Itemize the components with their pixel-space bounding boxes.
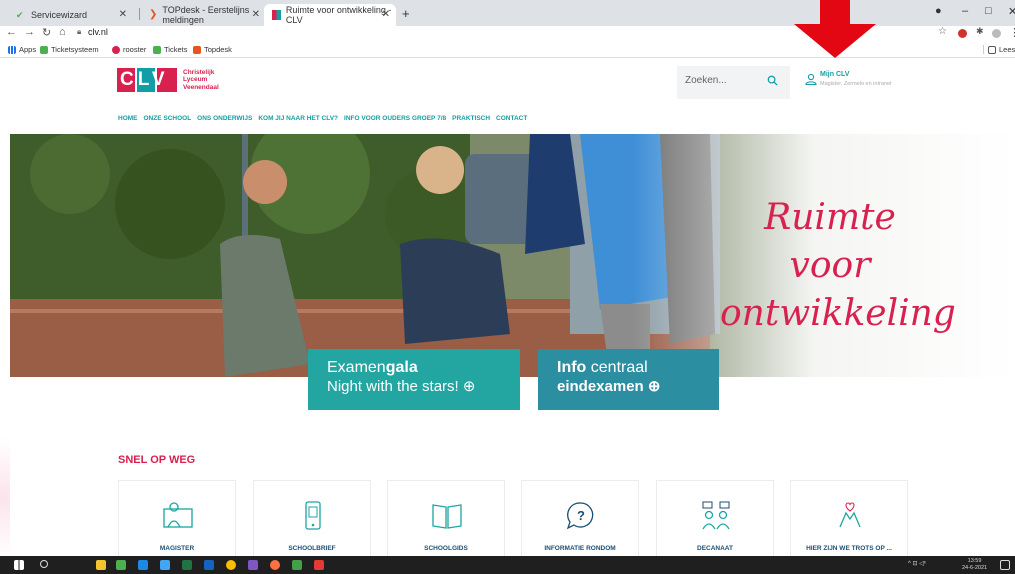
menu-item-info-ouders[interactable]: INFO VOOR OUDERS GROEP 7/8 xyxy=(344,115,446,122)
file-explorer-icon[interactable] xyxy=(96,560,106,570)
tab-servicewizard[interactable]: ✔ Servicewizard ✕ xyxy=(8,4,133,26)
close-tab-icon[interactable]: ✕ xyxy=(119,9,127,20)
tab-title: Ruimte voor ontwikkeling - CLV xyxy=(285,5,392,25)
back-icon[interactable]: ← xyxy=(6,26,17,38)
page-edge-decoration xyxy=(0,438,10,556)
clv-favicon-icon xyxy=(272,10,281,20)
maximize-button[interactable]: □ xyxy=(985,5,992,17)
tab-clv[interactable]: Ruimte voor ontwikkeling - CLV ✕ xyxy=(264,4,396,26)
bookmark-ticketsysteem[interactable]: Ticketsysteem xyxy=(40,45,99,54)
menu-item-praktisch[interactable]: PRAKTISCH xyxy=(452,115,490,122)
topdesk-icon: ❯ xyxy=(149,9,158,20)
hands-heart-icon xyxy=(839,502,861,528)
minimize-button[interactable]: – xyxy=(962,5,968,17)
magister-icon xyxy=(163,502,193,528)
quick-link-magister[interactable]: MAGISTER xyxy=(118,480,236,556)
check-icon xyxy=(153,45,161,54)
bookmark-star-icon[interactable]: ☆ xyxy=(938,26,947,37)
bookmark-topdesk[interactable]: Topdesk xyxy=(193,45,232,54)
conversation-icon xyxy=(702,501,730,530)
tab-title: Servicewizard xyxy=(31,10,88,20)
question-icon: ? xyxy=(566,502,594,530)
taskbar-app-icon[interactable] xyxy=(314,560,324,570)
tab-separator xyxy=(139,8,140,20)
menu-item-home[interactable]: HOME xyxy=(118,115,138,122)
hero-banner: Ruimte voor ontwikkeling xyxy=(10,134,1015,377)
windows-start-icon[interactable] xyxy=(14,560,24,570)
close-tab-icon[interactable]: ✕ xyxy=(252,9,260,20)
chrome-icon[interactable] xyxy=(226,560,236,570)
search-icon[interactable] xyxy=(767,75,778,86)
excel-icon[interactable] xyxy=(182,560,192,570)
check-icon xyxy=(40,45,48,54)
logo-mark-text: CLV xyxy=(120,69,169,90)
bookmark-tickets[interactable]: Tickets xyxy=(153,45,187,54)
clv-logo-mark: CLV xyxy=(117,68,179,92)
forward-icon[interactable]: → xyxy=(24,26,35,38)
tray-icons[interactable]: ^ ⊡ ◁ˣ xyxy=(908,560,926,567)
edge-icon[interactable] xyxy=(138,560,148,570)
close-window-button[interactable]: ✕ xyxy=(1008,5,1015,18)
menu-kebab-icon[interactable]: ⋮ xyxy=(1009,26,1015,39)
menu-item-kom-jij[interactable]: KOM JIJ NAAR HET CLV? xyxy=(258,115,338,122)
profile-avatar-icon[interactable] xyxy=(992,29,1001,38)
notification-center-icon[interactable] xyxy=(1000,560,1010,570)
quick-links-title: SNEL OP WEG xyxy=(118,454,196,466)
taskbar-clock[interactable]: 13:59 24-6-2021 xyxy=(962,558,987,572)
windows-taskbar: ^ ⊡ ◁ˣ 13:59 24-6-2021 xyxy=(0,556,1015,574)
book-icon xyxy=(432,504,462,529)
apps-grid-icon xyxy=(8,45,16,54)
phone-icon xyxy=(305,501,321,530)
mijn-clv-subtitle: Magister, Zermelo en intranet xyxy=(820,81,892,87)
taskbar-search-icon[interactable] xyxy=(40,560,48,568)
topdesk-icon xyxy=(193,45,201,54)
extension-icon[interactable] xyxy=(958,29,967,38)
hero-tagline: Ruimte voor ontwikkeling xyxy=(720,197,956,334)
profile-icon[interactable]: ● xyxy=(935,5,942,17)
lock-icon[interactable]: 🔒︎ xyxy=(77,27,81,37)
extensions-puzzle-icon[interactable]: ✱ xyxy=(976,26,984,37)
quick-link-trots[interactable]: HIER ZIJN WE TROTS OP ... xyxy=(790,480,908,556)
svg-text:?: ? xyxy=(577,508,585,523)
quick-link-informatie-rondom[interactable]: ? INFORMATIE RONDOM xyxy=(521,480,639,556)
annotation-arrow-icon xyxy=(794,0,876,58)
main-menu: HOME ONZE SCHOOL ONS ONDERWIJS KOM JIJ N… xyxy=(118,115,527,122)
tab-title: TOPdesk - Eerstelijns meldingen xyxy=(162,5,250,25)
search-input[interactable]: Zoeken... xyxy=(685,75,727,86)
examengala-button[interactable]: Examengala Night with the stars! ⊕ xyxy=(308,349,520,410)
url-field[interactable]: clv.nl xyxy=(88,27,108,37)
search-box[interactable]: Zoeken... xyxy=(677,66,790,99)
outlook-icon[interactable] xyxy=(204,560,214,570)
webpage: CLV Christelijk Lyceum Veenendaal Zoeken… xyxy=(0,58,1015,556)
quick-link-schoolbrief[interactable]: SCHOOLBRIEF xyxy=(253,480,371,556)
taskbar-app-icon[interactable] xyxy=(116,560,126,570)
taskbar-app-icon[interactable] xyxy=(160,560,170,570)
logo-text: Christelijk Lyceum Veenendaal xyxy=(183,68,219,91)
taskbar-app-icon[interactable] xyxy=(292,560,302,570)
reading-list[interactable]: Leeslijst xyxy=(983,45,1015,54)
tab-topdesk[interactable]: ❯ TOPdesk - Eerstelijns meldingen ✕ xyxy=(141,4,266,26)
menu-item-contact[interactable]: CONTACT xyxy=(496,115,527,122)
menu-item-onze-school[interactable]: ONZE SCHOOL xyxy=(144,115,192,122)
bookmark-apps[interactable]: Apps xyxy=(8,45,36,54)
mijn-clv-title: Mijn CLV xyxy=(820,71,850,78)
bookmark-rooster[interactable]: rooster xyxy=(112,45,146,54)
home-icon[interactable]: ⌂ xyxy=(59,26,66,38)
reading-list-icon xyxy=(988,45,996,54)
close-tab-icon[interactable]: ✕ xyxy=(382,9,390,20)
clv-logo[interactable]: CLV Christelijk Lyceum Veenendaal xyxy=(117,68,219,92)
rooster-icon xyxy=(112,45,120,54)
reload-icon[interactable]: ↻ xyxy=(42,26,51,39)
quick-link-decanaat[interactable]: DECANAAT xyxy=(656,480,774,556)
servicewizard-icon: ✔ xyxy=(16,10,24,20)
quick-link-schoolgids[interactable]: SCHOOLGIDS xyxy=(387,480,505,556)
new-tab-button[interactable]: + xyxy=(402,6,410,21)
info-eindexamen-button[interactable]: Info centraal eindexamen ⊕ xyxy=(538,349,719,410)
menu-item-ons-onderwijs[interactable]: ONS ONDERWIJS xyxy=(197,115,252,122)
firefox-icon[interactable] xyxy=(270,560,280,570)
taskbar-app-icon[interactable] xyxy=(248,560,258,570)
user-icon xyxy=(805,73,817,85)
